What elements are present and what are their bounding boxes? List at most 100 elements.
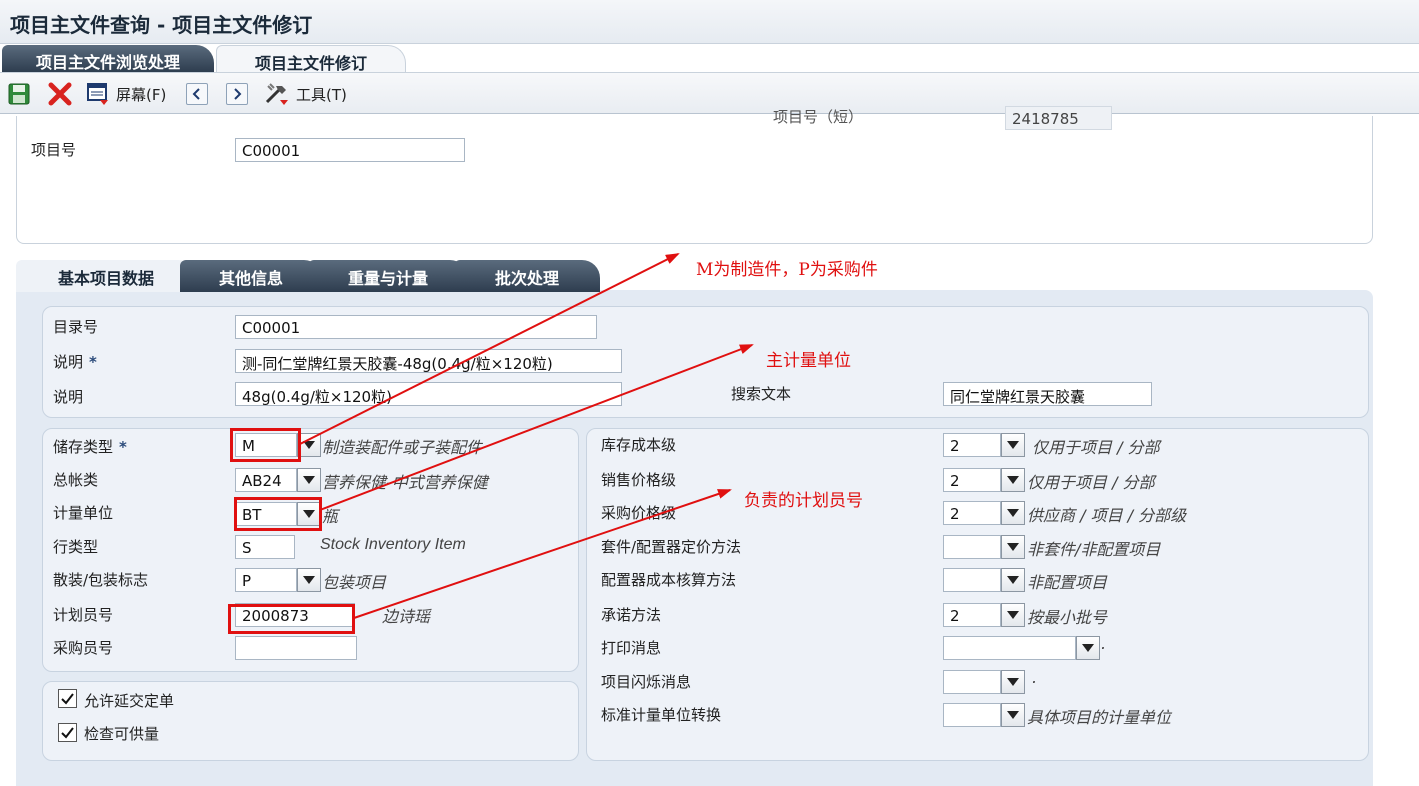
description2-field[interactable]: 48g(0.4g/粒×120粒) (235, 382, 622, 406)
save-icon (8, 83, 30, 105)
flash-message-desc: . (1032, 668, 1038, 687)
std-uom-label: 标准计量单位转换 (601, 706, 722, 724)
purchase-price-dropdown-icon[interactable] (1001, 501, 1025, 525)
line-type-field[interactable]: S (235, 535, 295, 559)
line-type-desc: Stock Inventory Item (320, 536, 466, 553)
gl-class-desc: 营养保健-中式营养保健 (322, 473, 488, 492)
kit-pricing-dropdown-icon[interactable] (1001, 535, 1025, 559)
inv-cost-field[interactable]: 2 (943, 433, 1001, 457)
config-cost-dropdown-icon[interactable] (1001, 568, 1025, 592)
inv-cost-dropdown-icon[interactable] (1001, 433, 1025, 457)
annotation-text-stocking: M为制造件，P为采购件 (696, 260, 878, 280)
uom-desc: 瓶 (322, 507, 339, 526)
annotation-text-uom: 主计量单位 (766, 351, 851, 371)
std-uom-field[interactable] (943, 703, 1001, 727)
next-button[interactable] (226, 81, 248, 107)
purchase-price-label: 采购价格级 (601, 504, 677, 522)
annotation-text-planner: 负责的计划员号 (744, 491, 863, 511)
std-uom-desc: 具体项目的计量单位 (1027, 708, 1172, 727)
availability-checkbox[interactable] (58, 723, 77, 742)
title-bar: 项目主文件查询 - 项目主文件修订 (0, 0, 1419, 44)
screen-menu-button[interactable]: 屏幕(F) (86, 81, 166, 107)
planner-desc: 边诗瑶 (382, 607, 431, 626)
tools-menu-button[interactable]: 工具(T) (264, 81, 347, 107)
inv-cost-label: 库存成本级 (601, 436, 677, 454)
short-item-field: 2418785 (1005, 106, 1112, 130)
print-message-field[interactable] (943, 636, 1076, 660)
tools-icon (265, 83, 288, 105)
item-number-label: 项目号 (31, 141, 77, 159)
search-text-label: 搜索文本 (731, 385, 792, 403)
planner-label: 计划员号 (53, 606, 114, 624)
config-cost-field[interactable] (943, 568, 1001, 592)
bulk-packed-field[interactable]: P (235, 568, 297, 592)
annotation-box-stocking (230, 428, 301, 462)
gl-class-field[interactable]: AB24 (235, 468, 297, 492)
header-panel (16, 116, 1373, 244)
backorder-label: 允许延交定单 (84, 692, 175, 710)
line-type-label: 行类型 (53, 538, 99, 556)
inv-cost-desc: 仅用于项目 / 分部 (1032, 438, 1160, 457)
sales-price-label: 销售价格级 (601, 471, 677, 489)
std-uom-dropdown-icon[interactable] (1001, 703, 1025, 727)
screen-icon (87, 83, 108, 105)
backorder-checkbox[interactable] (58, 689, 77, 708)
config-cost-label: 配置器成本核算方法 (601, 571, 737, 589)
cancel-button[interactable] (48, 81, 72, 107)
bulk-packed-label: 散装/包装标志 (53, 571, 149, 589)
previous-button[interactable] (186, 81, 208, 107)
buyer-label: 采购员号 (53, 639, 114, 657)
purchase-price-desc: 供应商 / 项目 / 分部级 (1027, 506, 1187, 525)
kit-pricing-desc: 非套件/非配置项目 (1027, 540, 1161, 559)
kit-pricing-field[interactable] (943, 535, 1001, 559)
description1-label: 说明 * (53, 353, 97, 371)
description2-label: 说明 (53, 388, 84, 406)
toolbar: 屏幕(F) 工具(T) (0, 72, 1419, 114)
bulk-packed-desc: 包装项目 (322, 573, 387, 592)
flash-message-dropdown-icon[interactable] (1001, 670, 1025, 694)
commit-method-field[interactable]: 2 (943, 603, 1001, 627)
sales-price-dropdown-icon[interactable] (1001, 468, 1025, 492)
commit-method-desc: 按最小批号 (1027, 608, 1108, 627)
buyer-field[interactable] (235, 636, 357, 660)
kit-pricing-label: 套件/配置器定价方法 (601, 538, 742, 556)
tab-item-browse[interactable]: 项目主文件浏览处理 (2, 45, 214, 72)
sales-price-field[interactable]: 2 (943, 468, 1001, 492)
flash-message-label: 项目闪烁消息 (601, 673, 692, 691)
bulk-packed-dropdown-icon[interactable] (297, 568, 321, 592)
stocking-type-label: 储存类型 * (53, 438, 127, 456)
annotation-box-planner (228, 604, 355, 634)
purchase-price-field[interactable]: 2 (943, 501, 1001, 525)
description1-field[interactable]: 测-同仁堂牌红景天胶囊-48g(0.4g/粒×120粒) (235, 349, 622, 373)
page-tab-strip: 项目主文件浏览处理 项目主文件修订 (0, 44, 1419, 73)
item-number-field[interactable]: C00001 (235, 138, 465, 162)
print-message-label: 打印消息 (601, 639, 662, 657)
gl-class-label: 总帐类 (53, 471, 99, 489)
tab-basic-data[interactable]: 基本项目数据 (16, 260, 196, 292)
catalog-field[interactable]: C00001 (235, 315, 597, 339)
checkmark-icon (61, 727, 74, 739)
tab-item-revision[interactable]: 项目主文件修订 (216, 45, 406, 73)
commit-method-dropdown-icon[interactable] (1001, 603, 1025, 627)
gl-class-dropdown-icon[interactable] (297, 468, 321, 492)
sales-price-desc: 仅用于项目 / 分部 (1027, 473, 1155, 492)
stocking-type-desc: 制造装配件或子装配件 (322, 438, 483, 457)
flash-message-field[interactable] (943, 670, 1001, 694)
catalog-label: 目录号 (53, 318, 99, 336)
tab-lot-processing[interactable]: 批次处理 (454, 260, 600, 292)
window-title: 项目主文件查询 - 项目主文件修订 (10, 13, 313, 37)
annotation-box-uom (234, 497, 322, 531)
tab-weight-measure[interactable]: 重量与计量 (308, 260, 468, 292)
next-icon (226, 83, 248, 105)
checkmark-icon (61, 693, 74, 705)
commit-method-label: 承诺方法 (601, 606, 662, 624)
tab-other-info[interactable]: 其他信息 (180, 260, 322, 292)
print-message-dropdown-icon[interactable] (1076, 636, 1100, 660)
cancel-icon (48, 82, 72, 106)
availability-label: 检查可供量 (84, 725, 160, 743)
required-marker: * (119, 438, 127, 456)
save-button[interactable] (8, 81, 30, 107)
screen-menu-label: 屏幕(F) (116, 85, 167, 104)
search-text-field[interactable]: 同仁堂牌红景天胶囊 (943, 382, 1152, 406)
tools-menu-label: 工具(T) (296, 85, 347, 104)
